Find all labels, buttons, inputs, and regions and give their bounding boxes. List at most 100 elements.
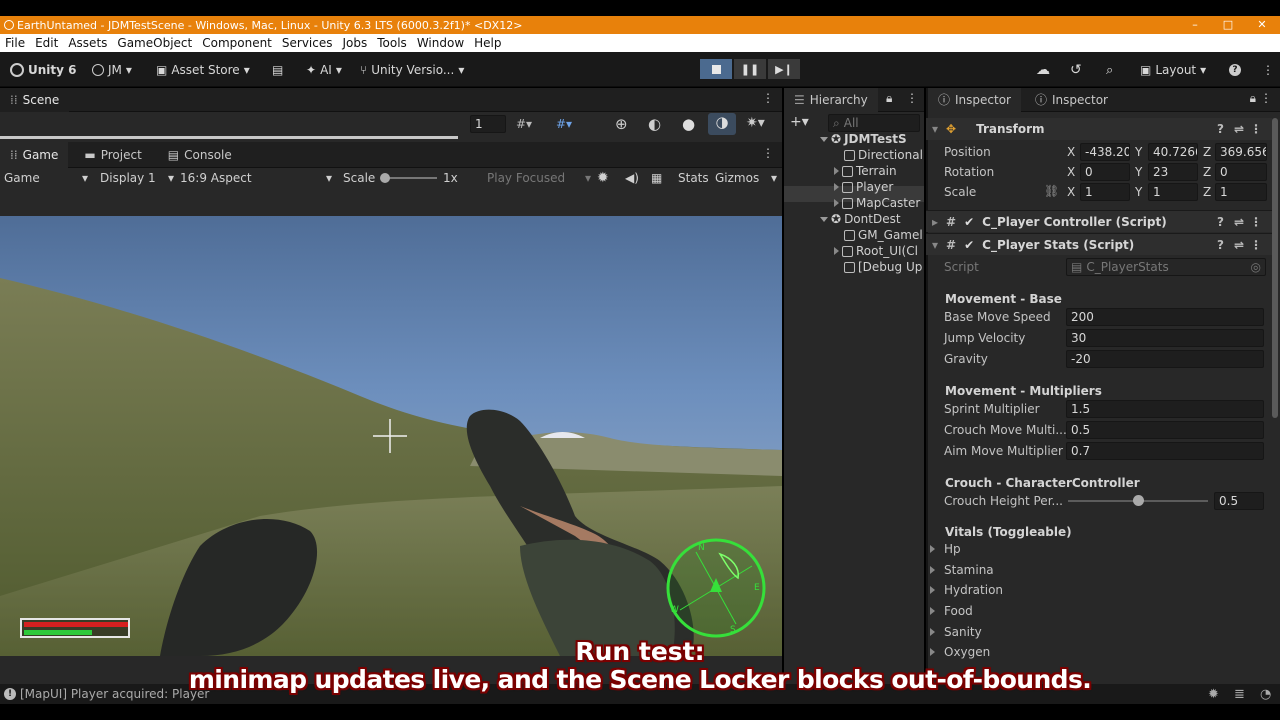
close-button[interactable]: ✕ bbox=[1245, 16, 1279, 34]
crouch-height-field[interactable]: 0.5 bbox=[1214, 492, 1264, 510]
keyboard-icon[interactable]: ▦ bbox=[651, 171, 662, 185]
help-button[interactable]: ? bbox=[1229, 60, 1241, 80]
ai-dropdown[interactable]: ✦ AI ▾ bbox=[306, 60, 342, 80]
enabled-checkbox[interactable]: ✔ bbox=[964, 238, 974, 252]
presets-icon[interactable]: ⇌ bbox=[1234, 215, 1244, 229]
effects-icon[interactable]: ✷▾ bbox=[746, 115, 765, 131]
menu-tools[interactable]: Tools bbox=[372, 36, 412, 50]
hierarchy-more-icon[interactable]: ⋮ bbox=[906, 91, 918, 105]
grid-toggle-icon[interactable]: #▾ bbox=[556, 117, 572, 131]
position-y-field[interactable]: 40.7266 bbox=[1148, 143, 1198, 161]
game-viewport[interactable]: N E S W bbox=[0, 216, 782, 656]
crouch-height-slider-handle[interactable] bbox=[1133, 495, 1144, 506]
view-mode-select[interactable]: Game ▾ bbox=[4, 171, 88, 185]
vital-food[interactable]: Food bbox=[930, 601, 973, 621]
step-button[interactable]: ▶❙ bbox=[768, 59, 800, 79]
link-icon[interactable]: ⛓ bbox=[1044, 184, 1059, 198]
shading-icon[interactable]: ◐ bbox=[648, 115, 661, 133]
object-picker-icon[interactable]: ◎ bbox=[1251, 260, 1261, 274]
maximize-button[interactable]: □ bbox=[1211, 16, 1245, 34]
position-x-field[interactable]: -438.20 bbox=[1080, 143, 1130, 161]
component-more-icon[interactable]: ⋮ bbox=[1250, 215, 1262, 229]
inspector-scrollbar-thumb[interactable] bbox=[1272, 118, 1278, 418]
scene-more-icon[interactable]: ⋮ bbox=[762, 91, 774, 105]
asset-store-dropdown[interactable]: ▣ Asset Store ▾ bbox=[156, 60, 250, 80]
tab-inspector-1[interactable]: ⓘ Inspector bbox=[928, 87, 1021, 112]
cloud-button[interactable]: ☁ bbox=[1036, 60, 1050, 80]
bug-icon[interactable]: ✹ bbox=[597, 170, 609, 186]
hierarchy-item-mapcaster[interactable]: MapCaster bbox=[834, 196, 920, 210]
help-icon[interactable]: ? bbox=[1217, 122, 1224, 136]
menu-jobs[interactable]: Jobs bbox=[338, 36, 373, 50]
jump-velocity-field[interactable]: 30 bbox=[1066, 329, 1264, 347]
enabled-checkbox[interactable]: ✔ bbox=[964, 215, 974, 229]
account-dropdown[interactable]: JM ▾ bbox=[92, 60, 132, 80]
lighting-toggle-icon[interactable]: ◑ bbox=[708, 113, 736, 135]
scene-number-field[interactable]: 1 bbox=[470, 115, 506, 133]
rotation-z-field[interactable]: 0 bbox=[1215, 163, 1267, 181]
history-button[interactable]: ↺ bbox=[1070, 60, 1082, 80]
hierarchy-item-player[interactable]: Player bbox=[834, 180, 893, 194]
inspector-more-icon[interactable]: ⋮ bbox=[1260, 91, 1272, 105]
hierarchy-item-directional[interactable]: Directional bbox=[844, 148, 923, 162]
scale-y-field[interactable]: 1 bbox=[1148, 183, 1198, 201]
sprint-multiplier-field[interactable]: 1.5 bbox=[1066, 400, 1264, 418]
player-stats-component-header[interactable]: ▾ # ✔ C_Player Stats (Script) ? ⇌ ⋮ bbox=[926, 233, 1272, 255]
help-icon[interactable]: ? bbox=[1217, 238, 1224, 252]
solid-sphere-icon[interactable]: ● bbox=[682, 115, 695, 133]
gizmos-dropdown[interactable]: Gizmos ▾ bbox=[715, 171, 777, 185]
tab-scene[interactable]: ⁞⁞ Scene bbox=[0, 87, 70, 112]
vital-hydration[interactable]: Hydration bbox=[930, 580, 1003, 600]
audio-icon[interactable]: ◀) bbox=[625, 171, 639, 185]
gravity-field[interactable]: -20 bbox=[1066, 350, 1264, 368]
more-options-button[interactable]: ⋮ bbox=[1262, 60, 1274, 80]
display-select[interactable]: Display 1 ▾ bbox=[100, 171, 174, 185]
tab-hierarchy[interactable]: ☰ Hierarchy bbox=[784, 87, 878, 112]
stats-button[interactable]: Stats bbox=[678, 171, 709, 185]
component-more-icon[interactable]: ⋮ bbox=[1250, 122, 1262, 136]
hierarchy-item-debug[interactable]: [Debug Up bbox=[844, 260, 922, 274]
help-icon[interactable]: ? bbox=[1217, 215, 1224, 229]
vital-stamina[interactable]: Stamina bbox=[930, 560, 994, 580]
menu-window[interactable]: Window bbox=[412, 36, 469, 50]
player-controller-component-header[interactable]: ▸ # ✔ C_Player Controller (Script) ? ⇌ ⋮ bbox=[926, 210, 1272, 232]
layout-dropdown[interactable]: ▣ Layout ▾ bbox=[1140, 60, 1206, 80]
search-button[interactable]: ⌕ bbox=[1106, 60, 1113, 80]
tab-project[interactable]: ▬ Project bbox=[74, 142, 151, 168]
menu-assets[interactable]: Assets bbox=[63, 36, 112, 50]
presets-icon[interactable]: ⇌ bbox=[1234, 122, 1244, 136]
position-z-field[interactable]: 369.656 bbox=[1215, 143, 1267, 161]
scale-z-field[interactable]: 1 bbox=[1215, 183, 1267, 201]
scale-x-field[interactable]: 1 bbox=[1080, 183, 1130, 201]
hierarchy-item-root-ui[interactable]: Root_UI(Cl bbox=[834, 244, 918, 258]
component-more-icon[interactable]: ⋮ bbox=[1250, 238, 1262, 252]
menu-component[interactable]: Component bbox=[197, 36, 277, 50]
package-button[interactable]: ▤ bbox=[272, 60, 283, 80]
rotation-x-field[interactable]: 0 bbox=[1080, 163, 1130, 181]
scale-slider-handle[interactable] bbox=[380, 173, 390, 183]
pause-button[interactable]: ❚❚ bbox=[734, 59, 766, 79]
add-object-button[interactable]: +▾ bbox=[790, 114, 809, 130]
aim-move-field[interactable]: 0.7 bbox=[1066, 442, 1264, 460]
minimize-button[interactable]: – bbox=[1178, 16, 1212, 34]
version-control-dropdown[interactable]: ⑂ Unity Versio... ▾ bbox=[360, 60, 464, 80]
presets-icon[interactable]: ⇌ bbox=[1234, 238, 1244, 252]
stop-button[interactable] bbox=[700, 59, 732, 79]
tab-console[interactable]: ▤ Console bbox=[158, 142, 242, 168]
menu-edit[interactable]: Edit bbox=[30, 36, 63, 50]
hierarchy-scene-jdmtest[interactable]: ✪ JDMTestS bbox=[820, 132, 907, 146]
base-move-speed-field[interactable]: 200 bbox=[1066, 308, 1264, 326]
hierarchy-item-gm-game[interactable]: GM_Gamel bbox=[844, 228, 923, 242]
unity-hub-button[interactable]: Unity 6 bbox=[10, 60, 77, 80]
tab-inspector-2[interactable]: ⓘ Inspector bbox=[1025, 87, 1118, 113]
menu-services[interactable]: Services bbox=[277, 36, 338, 50]
grid-snap-icon[interactable]: #▾ bbox=[516, 117, 532, 131]
menu-file[interactable]: File bbox=[0, 36, 30, 50]
vital-hp[interactable]: Hp bbox=[930, 539, 961, 559]
tab-game[interactable]: ⁞⁞ Game bbox=[0, 141, 69, 168]
transform-component-header[interactable]: ▾ ✥ Transform ? ⇌ ⋮ bbox=[926, 118, 1272, 140]
play-focused-select[interactable]: Play Focused ▾ bbox=[487, 171, 591, 185]
game-more-icon[interactable]: ⋮ bbox=[762, 146, 774, 160]
menu-gameobject[interactable]: GameObject bbox=[112, 36, 197, 50]
hierarchy-search-input[interactable]: ⌕ All bbox=[828, 114, 920, 132]
